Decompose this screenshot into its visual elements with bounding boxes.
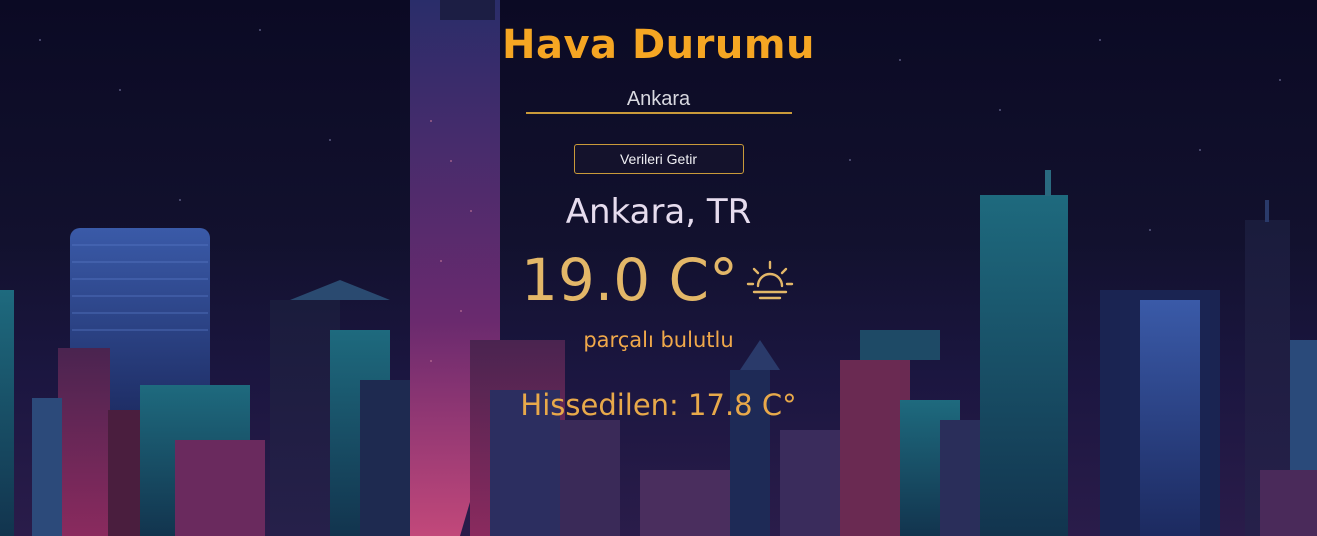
page-title: Hava Durumu (502, 22, 815, 68)
city-input[interactable] (525, 86, 792, 114)
weather-description: parçalı bulutlu (583, 328, 734, 352)
fetch-weather-button[interactable]: Verileri Getir (573, 144, 744, 174)
temperature-row: 19.0 C° (521, 246, 796, 314)
feels-like-label: Hissedilen: 17.8 C° (520, 388, 797, 422)
temperature-value: 19.0 C° (520, 246, 739, 314)
partly-sunny-icon (746, 260, 794, 300)
weather-panel: Hava Durumu Verileri Getir Ankara, TR 19… (0, 0, 1317, 536)
location-label: Ankara, TR (565, 192, 752, 232)
